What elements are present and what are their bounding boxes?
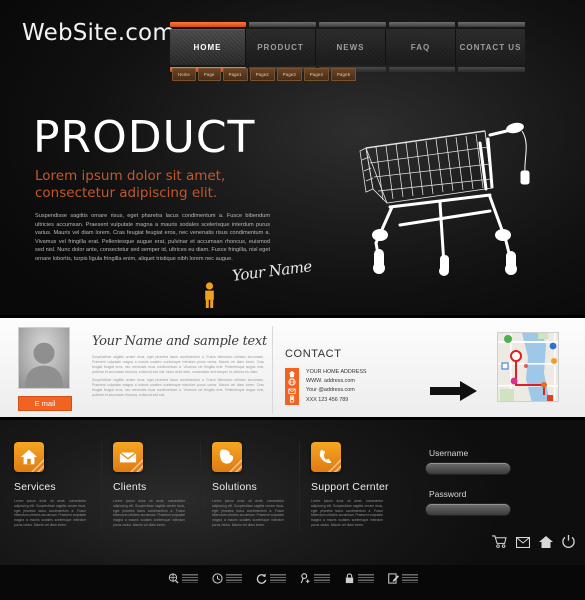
service-card-support: Support Cernter Lorem ipsum dolor sit am… — [311, 442, 389, 528]
nav-item-product[interactable]: PRODUCT — [246, 29, 316, 65]
service-divider — [101, 442, 102, 532]
hero-section: WebSite.com HOME PRODUCT NEWS FAQ CONTAC… — [0, 0, 585, 315]
subnav-item-page2[interactable]: Page2 — [249, 68, 275, 81]
website-template-page: WebSite.com HOME PRODUCT NEWS FAQ CONTAC… — [0, 0, 585, 600]
contact-phone: XXX 123 456 789 — [306, 396, 349, 403]
shopping-cart-icon[interactable] — [492, 535, 507, 553]
service-body: Lorem ipsum dolor sit amet, consectetur … — [212, 499, 284, 527]
contact-heading: CONTACT — [285, 348, 342, 360]
footer-item-add-user[interactable] — [300, 573, 330, 584]
service-icon-support[interactable] — [311, 442, 341, 472]
subnav-item-page[interactable]: Page — [197, 68, 221, 81]
nav-item-home[interactable]: HOME — [170, 29, 246, 65]
profile-heading: Your Name and sample text — [92, 334, 267, 349]
service-title: Solutions — [212, 481, 257, 493]
contact-icon-column — [285, 368, 299, 405]
contact-details: YOUR HOME ADDRESS WWW. address.com Your … — [285, 368, 367, 405]
service-body: Lorem ipsum dolor sit amet, consectetur … — [113, 499, 185, 527]
user-silhouette-icon — [24, 342, 64, 388]
nav-item-news[interactable]: NEWS — [316, 29, 386, 65]
site-logo[interactable]: WebSite.com — [22, 20, 175, 46]
home-icon — [288, 370, 296, 378]
subnav-item-page1[interactable]: Page1 — [222, 68, 248, 81]
service-body: Lorem ipsum dolor sit amet, consectetur … — [311, 499, 383, 527]
services-grid: Services Lorem ipsum dolor sit amet, con… — [14, 442, 389, 532]
service-icon-home[interactable] — [14, 442, 44, 472]
contact-website[interactable]: WWW. address.com — [306, 377, 367, 386]
subnav-item-home[interactable]: Home — [172, 68, 196, 81]
corner-stripe-decor — [229, 459, 242, 472]
nav-items-row: HOME PRODUCT NEWS FAQ CONTACT US — [170, 29, 525, 65]
service-divider — [299, 442, 300, 532]
subnav-item-page3[interactable]: Page3 — [276, 68, 302, 81]
service-card-clients: Clients Lorem ipsum dolor sit amet, cons… — [113, 442, 201, 532]
service-title: Support Cernter — [311, 481, 389, 493]
footer-item-refresh[interactable] — [256, 573, 286, 584]
footer-item-edit-document[interactable] — [388, 573, 418, 584]
envelope-icon[interactable] — [515, 535, 531, 553]
footer-label-placeholder — [270, 574, 286, 583]
sub-navigation: Home Page Page1 Page2 Page3 Page4 Page5 — [172, 68, 357, 81]
footer-label-placeholder — [402, 574, 418, 583]
password-label: Password — [429, 489, 467, 499]
globe-icon — [288, 378, 296, 386]
footer-item-clock[interactable] — [212, 573, 242, 584]
contact-text-column: YOUR HOME ADDRESS WWW. address.com Your … — [306, 368, 367, 405]
globe-search-icon — [168, 573, 179, 584]
service-card-solutions: Solutions Lorem ipsum dolor sit amet, co… — [212, 442, 300, 532]
add-user-icon — [300, 573, 310, 584]
service-divider — [200, 442, 201, 532]
password-input[interactable] — [425, 503, 511, 516]
lock-icon — [345, 573, 354, 584]
footer-item-lock[interactable] — [344, 573, 374, 584]
location-map[interactable] — [497, 332, 559, 402]
shopping-cart-illustration — [359, 122, 530, 276]
nav-top-accent-bar — [170, 22, 525, 27]
service-body: Lorem ipsum dolor sit amet, consectetur … — [14, 499, 86, 527]
envelope-icon — [288, 388, 296, 394]
hero-body-text: Suspendisse sagittis ornare risus, eget … — [35, 213, 270, 262]
corner-stripe-decor — [31, 459, 44, 472]
nav-item-contact-us[interactable]: CONTACT US — [456, 29, 525, 65]
footer-label-placeholder — [314, 574, 330, 583]
contact-address: YOUR HOME ADDRESS — [306, 369, 367, 375]
corner-stripe-decor — [130, 459, 143, 472]
hero-subtitle: Lorem ipsum dolor sit amet, consectetur … — [35, 168, 226, 201]
section-divider — [272, 326, 273, 414]
edit-document-icon — [388, 573, 399, 584]
corner-stripe-decor — [328, 459, 341, 472]
footer-label-placeholder — [182, 574, 198, 583]
nav-item-faq[interactable]: FAQ — [386, 29, 456, 65]
arrow-right-icon — [430, 381, 477, 401]
person-icon — [203, 282, 216, 313]
footer-label-placeholder — [358, 574, 374, 583]
footer-item-globe-search[interactable] — [168, 573, 198, 584]
service-icon-solutions[interactable] — [212, 442, 242, 472]
service-card-services: Services Lorem ipsum dolor sit amet, con… — [14, 442, 102, 532]
page-title: PRODUCT — [33, 112, 256, 163]
home-icon[interactable] — [539, 535, 553, 553]
username-label: Username — [429, 448, 469, 458]
power-icon[interactable] — [562, 535, 575, 553]
mobile-icon — [290, 395, 295, 403]
utility-icon-bar — [492, 535, 575, 553]
service-title: Services — [14, 481, 56, 493]
profile-paragraph-2: Suspendisse sagittis ornare risus, eget … — [92, 378, 264, 397]
avatar — [18, 327, 70, 389]
contact-email[interactable]: Your @address.com — [306, 386, 367, 395]
footer-icons — [168, 573, 418, 584]
service-title: Clients — [113, 481, 147, 493]
subnav-item-page4[interactable]: Page4 — [303, 68, 330, 81]
footer-label-placeholder — [226, 574, 242, 583]
login-form: Username Password — [425, 448, 525, 516]
username-input[interactable] — [425, 462, 511, 475]
profile-paragraph-1: Suspendisse sagittis ornare risus, eget … — [92, 355, 264, 374]
subnav-item-page5[interactable]: Page5 — [331, 68, 357, 81]
footer-icon-strip — [0, 565, 585, 600]
service-icon-clients[interactable] — [113, 442, 143, 472]
refresh-icon — [256, 573, 267, 584]
clock-icon — [212, 573, 223, 584]
main-navigation: HOME PRODUCT NEWS FAQ CONTACT US — [170, 22, 525, 72]
email-button[interactable]: E mail — [18, 396, 72, 411]
